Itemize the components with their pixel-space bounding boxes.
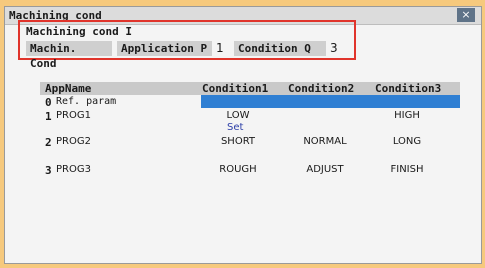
row-3-condition2[interactable]: ADJUST [290, 164, 360, 176]
row-2-appname[interactable]: PROG2 [56, 136, 91, 148]
outer-frame: Machining cond × Machining cond I Machin… [0, 0, 485, 268]
mode-title: Machining cond I [26, 25, 132, 38]
row-0-appname[interactable]: Ref. param [56, 96, 116, 108]
condition-q-label: Condition Q [234, 41, 326, 56]
row-2-condition3[interactable]: LONG [372, 136, 442, 148]
col-condition1: Condition1 [202, 82, 269, 95]
row-3-condition3[interactable]: FINISH [372, 164, 442, 176]
application-p-value[interactable]: 1 [216, 41, 224, 56]
col-appname: AppName [45, 82, 92, 95]
col-condition3: Condition3 [375, 82, 442, 95]
condition-header-panel: Machining cond I Machin. Cond Applicatio… [18, 20, 356, 70]
close-icon[interactable]: × [457, 8, 475, 22]
row-1-condition1[interactable]: LOW [203, 110, 273, 122]
table-header: AppName Condition1 Condition2 Condition3 [40, 82, 460, 95]
row-2-number: 2 [45, 136, 52, 149]
col-condition2: Condition2 [288, 82, 355, 95]
row-2-condition1[interactable]: SHORT [203, 136, 273, 148]
row-3-condition1[interactable]: ROUGH [203, 164, 273, 176]
row-1-condition3[interactable]: HIGH [372, 110, 442, 122]
row-3-number: 3 [45, 164, 52, 177]
row-selection-cursor[interactable] [201, 95, 460, 108]
row-1-number: 1 [45, 110, 52, 123]
row-2-condition2[interactable]: NORMAL [290, 136, 360, 148]
row-1-appname[interactable]: PROG1 [56, 110, 91, 122]
machin-cond-label: Machin. Cond [26, 41, 112, 70]
row-3-appname[interactable]: PROG3 [56, 164, 91, 176]
row-0-number: 0 [45, 96, 52, 109]
condition-q-value[interactable]: 3 [330, 41, 338, 56]
application-p-label: Application P [117, 41, 212, 56]
row-1-condition1-set[interactable]: Set [227, 122, 243, 134]
